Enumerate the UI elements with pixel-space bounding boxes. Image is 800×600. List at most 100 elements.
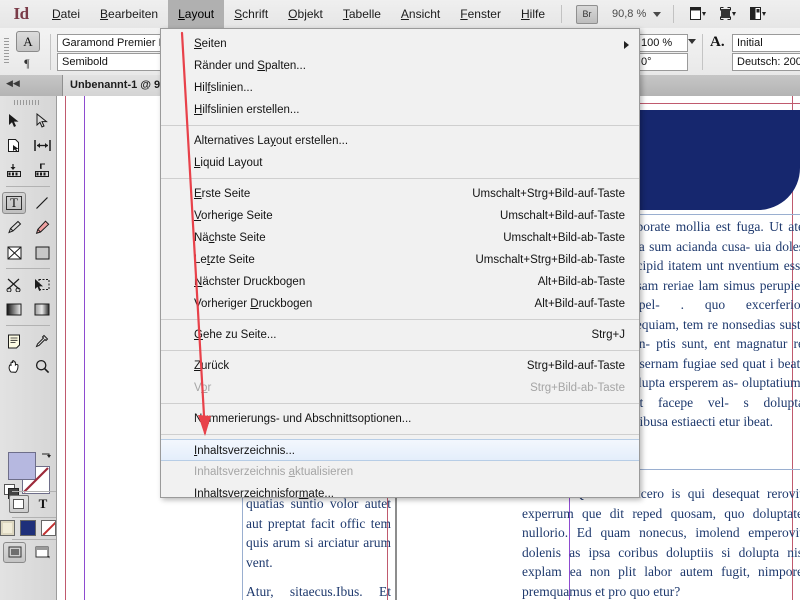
character-style-field[interactable]: Initial — [732, 34, 800, 52]
formatting-affects-text-button[interactable]: T — [39, 496, 48, 512]
character-formatting-button[interactable]: A — [16, 31, 40, 52]
tool-row — [0, 215, 56, 240]
workspace-icon — [750, 7, 767, 21]
rectangle-icon — [35, 246, 50, 260]
tool-row — [0, 329, 56, 354]
body-text: mporate mollia est fuga. Ut ate sita sum… — [626, 217, 800, 432]
menu-item-inhaltsverzeichnis-aktualisieren: Inhaltsverzeichnis aktualisieren — [161, 461, 639, 483]
screen-mode-preview-button[interactable] — [720, 5, 740, 23]
shortcut: Alt+Bild-auf-Taste — [535, 293, 625, 315]
menu-datei[interactable]: Datei — [42, 0, 90, 28]
workspace-switcher-button[interactable] — [750, 5, 770, 23]
text-frame-right-top[interactable]: mporate mollia est fuga. Ut ate sita sum… — [622, 214, 800, 470]
menu-objekt[interactable]: Objekt — [278, 0, 333, 28]
note-tool[interactable] — [0, 329, 28, 354]
zoom-tool[interactable] — [28, 354, 56, 379]
preview-view-mode-button[interactable] — [32, 543, 53, 562]
type-tool[interactable]: T — [0, 190, 28, 215]
ctrl-divider-1 — [50, 34, 51, 70]
menu-ansicht[interactable]: Ansicht — [391, 0, 450, 28]
menu-hilfe[interactable]: Hilfe — [511, 0, 555, 28]
menu-item-hilfslinien-erstellen[interactable]: Hilfslinien erstellen... — [161, 99, 639, 121]
rectangle-frame-icon — [7, 246, 22, 260]
shortcut: Umschalt+Bild-auf-Taste — [500, 205, 625, 227]
rectangle-tool[interactable] — [28, 240, 56, 265]
page-tool[interactable] — [0, 133, 28, 158]
content-placer-tool[interactable] — [28, 158, 56, 183]
menu-item-inhaltsverzeichnisformate[interactable]: Inhaltsverzeichnisformate... — [161, 483, 639, 505]
bridge-button[interactable]: Br — [576, 5, 598, 24]
scale-field[interactable]: 100 % — [636, 34, 688, 52]
hand-tool[interactable] — [0, 354, 28, 379]
apply-color-button[interactable] — [0, 520, 15, 536]
direct-selection-tool[interactable] — [28, 108, 56, 133]
menu-schrift[interactable]: Schrift — [224, 0, 278, 28]
menu-separator — [161, 434, 639, 435]
menu-tabelle[interactable]: Tabelle — [333, 0, 391, 28]
line-tool[interactable] — [28, 190, 56, 215]
menu-item-raender-und-spalten[interactable]: Ränder und Spalten... — [161, 55, 639, 77]
menu-item-vorherige-seite[interactable]: Vorherige Seite Umschalt+Bild-auf-Taste — [161, 205, 639, 227]
control-panel-grip[interactable] — [4, 38, 9, 64]
frame-tool[interactable] — [0, 240, 28, 265]
tool-row — [0, 133, 56, 158]
menu-layout[interactable]: Layout — [168, 0, 224, 28]
normal-view-mode-button[interactable] — [3, 542, 26, 563]
menu-item-inhaltsverzeichnis[interactable]: Inhaltsverzeichnis... — [161, 439, 639, 461]
selection-tool[interactable] — [0, 108, 28, 133]
blue-graphic-box[interactable] — [621, 110, 800, 210]
tool-row — [0, 272, 56, 297]
menu-item-seiten[interactable]: Seiten — [161, 33, 639, 55]
language-field[interactable]: Deutsch: 2006 R — [732, 53, 800, 71]
menu-item-letzte-seite[interactable]: Letzte Seite Umschalt+Strg+Bild-ab-Taste — [161, 249, 639, 271]
zoom-dropdown-caret-icon[interactable] — [653, 12, 661, 17]
panel-collapse-button[interactable]: ◀◀ — [4, 78, 40, 89]
menu-item-vorheriger-druckbogen[interactable]: Vorheriger Druckbogen Alt+Bild-auf-Taste — [161, 293, 639, 315]
pen-tool[interactable] — [0, 215, 28, 240]
preview-mode-icon — [720, 7, 737, 21]
menu-item-nummerierungs-und-abschnittsoptionen[interactable]: Nummerierungs- und Abschnittsoptionen... — [161, 408, 639, 430]
menu-fenster[interactable]: Fenster — [450, 0, 511, 28]
formatting-affects-container-button[interactable] — [9, 495, 29, 513]
rotate-field[interactable]: 0° — [636, 53, 688, 71]
tools-panel-grip[interactable] — [14, 100, 40, 105]
gradient-swatch-icon — [6, 303, 22, 316]
layout-menu-dropdown[interactable]: Seiten Ränder und Spalten... Hilfslinien… — [160, 28, 640, 498]
gradient-feather-icon — [34, 303, 50, 316]
menu-bearbeiten[interactable]: Bearbeiten — [90, 0, 168, 28]
menu-separator — [161, 403, 639, 404]
menu-item-zurueck[interactable]: Zurück Strg+Bild-auf-Taste — [161, 355, 639, 377]
menu-item-erste-seite[interactable]: Erste Seite Umschalt+Strg+Bild-auf-Taste — [161, 183, 639, 205]
menu-item-hilfslinien[interactable]: Hilfslinien... — [161, 77, 639, 99]
paragraph-formatting-button[interactable]: ¶ — [16, 54, 38, 73]
tools-panel: T — [0, 96, 57, 600]
menu-item-naechster-druckbogen[interactable]: Nächster Druckbogen Alt+Bild-ab-Taste — [161, 271, 639, 293]
tools-divider — [6, 186, 50, 187]
margin-guide-left — [65, 96, 66, 600]
magnifier-icon — [35, 359, 50, 374]
eyedropper-tool[interactable] — [28, 329, 56, 354]
swap-fill-stroke-icon[interactable] — [40, 450, 53, 463]
menubar-divider-2 — [673, 5, 674, 23]
indesign-window: Id Datei Bearbeiten Layout Schrift Objek… — [0, 0, 800, 600]
scissors-tool[interactable] — [0, 272, 28, 297]
apply-none-button[interactable] — [41, 520, 56, 536]
menu-item-alternatives-layout-erstellen[interactable]: Alternatives Layout erstellen... — [161, 130, 639, 152]
menu-item-gehe-zu-seite[interactable]: Gehe zu Seite... Strg+J — [161, 324, 639, 346]
indesign-logo: Id — [0, 0, 42, 28]
pencil-tool[interactable] — [28, 215, 56, 240]
menu-item-vor: Vor Strg+Bild-ab-Taste — [161, 377, 639, 399]
line-icon — [35, 196, 49, 210]
menu-item-liquid-layout[interactable]: Liquid Layout — [161, 152, 639, 174]
free-transform-tool[interactable] — [28, 272, 56, 297]
gradient-swatch-tool[interactable] — [0, 297, 28, 322]
screen-mode-button[interactable] — [690, 5, 710, 23]
scale-dropdown-caret-icon[interactable] — [688, 39, 696, 44]
content-collector-tool[interactable] — [0, 158, 28, 183]
apply-gradient-button[interactable] — [20, 520, 35, 536]
shortcut: Strg+Bild-auf-Taste — [527, 355, 625, 377]
gradient-feather-tool[interactable] — [28, 297, 56, 322]
gap-tool[interactable] — [28, 133, 56, 158]
menu-item-naechste-seite[interactable]: Nächste Seite Umschalt+Bild-ab-Taste — [161, 227, 639, 249]
text-frame-left-bottom[interactable]: quatias suntio volor autet aut preptat f… — [242, 491, 394, 600]
